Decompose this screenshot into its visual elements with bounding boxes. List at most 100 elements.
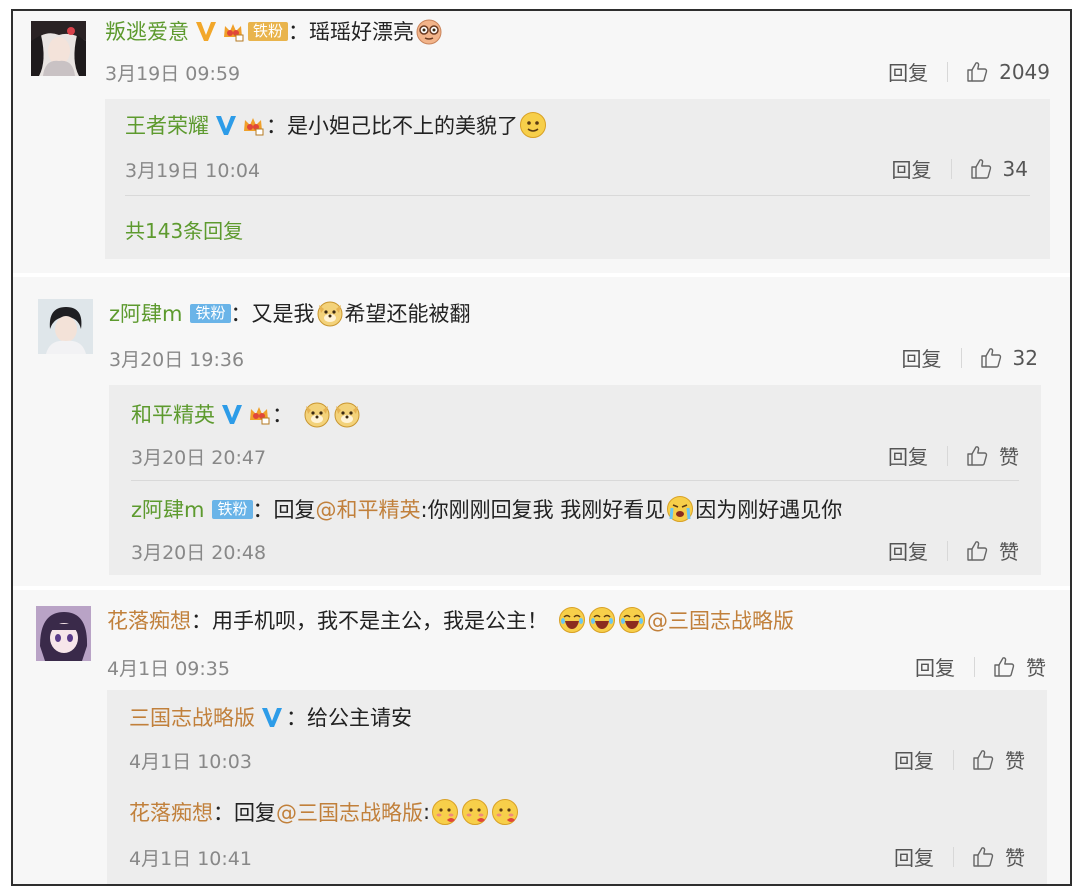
username[interactable]: 叛逃爱意 (105, 16, 189, 46)
thumbs-up-icon[interactable] (971, 845, 995, 869)
thumbs-up-icon[interactable] (979, 346, 1003, 370)
comment-text: 瑶瑶好漂亮 (309, 20, 415, 44)
doge-emoji-icon (303, 400, 331, 428)
divider (947, 61, 949, 82)
username[interactable]: 三国志战略版 (129, 702, 255, 732)
timestamp: 3月19日 09:59 (105, 63, 241, 85)
thumbs-up-icon[interactable] (965, 60, 989, 84)
blush-heart-emoji-icon (431, 798, 459, 826)
mention-link[interactable]: @和平精英 (316, 494, 421, 524)
like-button[interactable]: 赞 (1005, 745, 1025, 774)
verified-v-icon (215, 113, 237, 137)
comment-actions: 回复 2049 (888, 57, 1050, 86)
username[interactable]: 王者荣耀 (125, 110, 209, 140)
username[interactable]: 和平精英 (131, 399, 215, 429)
mention-link[interactable]: @三国志战略版 (276, 797, 423, 827)
reply-line: 王者荣耀 ： 是小妲己比不上的美貌了 (125, 109, 548, 141)
divider (974, 656, 975, 677)
divider (950, 158, 952, 179)
timestamp: 4月1日 09:35 (107, 658, 230, 680)
reply-prefix: 回复 (273, 498, 316, 522)
avatar[interactable] (36, 606, 91, 661)
username[interactable]: 花落痴想 (107, 605, 191, 635)
reply-line: z阿肆m 铁粉 ： 回复 @和平精英 :你刚刚回复我 我刚好看见 因为刚好遇见你 (131, 493, 842, 525)
reply-text: : (423, 800, 431, 824)
reply-button[interactable]: 回复 (888, 57, 928, 86)
colon: ： (288, 20, 310, 44)
verified-v-icon (261, 705, 283, 729)
like-button[interactable]: 赞 (1026, 652, 1046, 681)
laughing-crying-emoji-icon (588, 606, 616, 634)
reply-box: 和平精英 ： 3月20日 20:47 回复 赞 z阿肆m 铁粉 ： 回复 @和平… (109, 385, 1041, 575)
comment-actions: 回复 32 (902, 343, 1038, 372)
username[interactable]: z阿肆m (131, 494, 204, 524)
reply-actions: 回复 赞 (894, 842, 1025, 871)
comment-thread: 花落痴想 ： 用手机呗，我不是主公，我是公主！ @三国志战略版 4月1日 09:… (13, 590, 1070, 884)
glasses-face-emoji-icon (415, 17, 443, 45)
like-button[interactable]: 赞 (999, 441, 1019, 470)
thumbs-up-icon[interactable] (965, 539, 989, 563)
comment-text: 希望还能被翻 (344, 302, 471, 326)
like-button[interactable]: 赞 (999, 536, 1019, 565)
colon: ： (230, 302, 252, 326)
doge-emoji-icon (316, 299, 344, 327)
reply-text: 是小妲己比不上的美貌了 (287, 114, 518, 138)
comment-text: 又是我 (251, 302, 315, 326)
avatar[interactable] (38, 299, 93, 354)
username[interactable]: 花落痴想 (129, 797, 213, 827)
thumbs-up-icon[interactable] (992, 655, 1016, 679)
crown-badge-icon (242, 114, 264, 136)
divider (125, 195, 1030, 196)
fan-badge: 铁粉 (248, 21, 289, 41)
like-count[interactable]: 34 (1003, 157, 1028, 181)
avatar[interactable] (31, 21, 86, 76)
timestamp: 4月1日 10:41 (129, 848, 252, 870)
reply-button[interactable]: 回复 (902, 343, 942, 372)
colon: ： (286, 706, 307, 730)
blush-heart-emoji-icon (461, 798, 489, 826)
reply-box: 三国志战略版 ： 给公主请安 4月1日 10:03 回复 赞 花落痴想 ： 回复… (107, 690, 1047, 884)
reply-actions: 回复 赞 (888, 441, 1019, 470)
verified-v-icon (195, 19, 217, 43)
thumbs-up-icon[interactable] (971, 748, 995, 772)
fan-badge: 铁粉 (212, 499, 253, 519)
reply-button[interactable]: 回复 (894, 745, 934, 774)
thumbs-up-icon[interactable] (969, 157, 993, 181)
laughing-crying-emoji-icon (618, 606, 646, 634)
reply-text: 给公主请安 (307, 706, 412, 730)
divider (953, 846, 954, 867)
crown-badge-icon (248, 403, 270, 425)
comment-text: 用手机呗，我不是主公，我是公主！ (212, 609, 548, 633)
reply-text: :你刚刚回复我 我刚好看见 (420, 498, 666, 522)
fan-badge: 铁粉 (190, 303, 231, 323)
timestamp: 3月20日 19:36 (109, 349, 245, 371)
like-count[interactable]: 32 (1013, 346, 1038, 370)
reply-button[interactable]: 回复 (888, 536, 928, 565)
colon: ： (252, 498, 274, 522)
colon: ： (272, 403, 293, 427)
reply-button[interactable]: 回复 (915, 652, 955, 681)
blush-emoji-icon (519, 111, 547, 139)
divider (131, 480, 1019, 481)
thumbs-up-icon[interactable] (965, 444, 989, 468)
comment-actions: 回复 赞 (915, 652, 1046, 681)
divider (960, 347, 962, 368)
comment-thread: z阿肆m 铁粉 ： 又是我 希望还能被翻 3月20日 19:36 回复 32 和… (13, 277, 1070, 586)
reply-button[interactable]: 回复 (892, 154, 932, 183)
view-all-replies-link[interactable]: 共143条回复 (125, 215, 243, 244)
reply-actions: 回复 赞 (888, 536, 1019, 565)
comment-thread: 叛逃爱意 铁粉 ： 瑶瑶好漂亮 3月19日 09:59 回复 2049 王者荣耀… (13, 11, 1070, 273)
reply-prefix: 回复 (234, 801, 276, 825)
reply-line: 三国志战略版 ： 给公主请安 (129, 701, 412, 733)
colon: ： (213, 801, 234, 825)
reply-button[interactable]: 回复 (894, 842, 934, 871)
comment-line: z阿肆m 铁粉 ： 又是我 希望还能被翻 (109, 297, 471, 329)
timestamp: 3月20日 20:48 (131, 542, 267, 564)
username[interactable]: z阿肆m (109, 298, 182, 328)
like-button[interactable]: 赞 (1005, 842, 1025, 871)
mention-link[interactable]: @三国志战略版 (647, 605, 794, 635)
reply-text: 因为刚好遇见你 (695, 498, 843, 522)
reply-button[interactable]: 回复 (888, 441, 928, 470)
like-count[interactable]: 2049 (999, 60, 1050, 84)
verified-v-icon (221, 402, 243, 426)
